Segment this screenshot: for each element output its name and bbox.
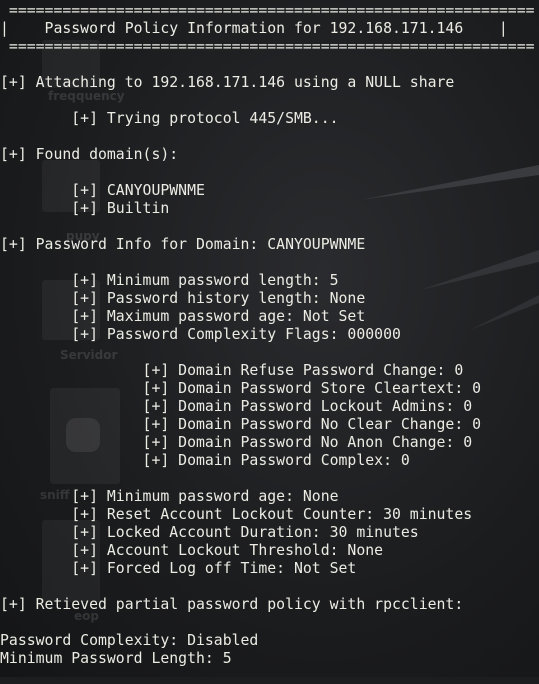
terminal-line: [+] Forced Log off Time: Not Set (0, 560, 357, 577)
terminal-line: [+] Domain Password Lockout Admins: 0 (0, 398, 473, 415)
terminal-line: [+] Domain Refuse Password Change: 0 (0, 362, 464, 379)
terminal-line: [+] Domain Password Store Cleartext: 0 (0, 380, 482, 397)
terminal-line: [+] Found domain(s): (0, 146, 179, 163)
terminal-line: [+] Retieved partial password policy wit… (0, 596, 464, 613)
terminal-line: [+] Password Complexity Flags: 000000 (0, 326, 401, 343)
terminal-line: ========================================… (0, 2, 539, 19)
terminal-line: [+] CANYOUPWNME (0, 182, 205, 199)
terminal-line: [+] Trying protocol 445/SMB... (0, 110, 339, 127)
terminal-line: [+] Reset Account Lockout Counter: 30 mi… (0, 506, 473, 523)
terminal-line: Password Complexity: Disabled (0, 632, 259, 649)
terminal-line: [+] Domain Password No Clear Change: 0 (0, 416, 482, 433)
terminal-line: [+] Domain Password No Anon Change: 0 (0, 434, 473, 451)
terminal-line: [+] Minimum password length: 5 (0, 272, 339, 289)
terminal-line: [+] Domain Password Complex: 0 (0, 452, 410, 469)
terminal-line: [+] Password Info for Domain: CANYOUPWNM… (0, 236, 366, 253)
terminal-line: | Password Policy Information for 192.16… (0, 20, 508, 37)
terminal-line: [+] Builtin (0, 200, 170, 217)
terminal-line: [+] Attaching to 192.168.171.146 using a… (0, 74, 455, 91)
terminal-output[interactable]: ========================================… (0, 0, 539, 677)
terminal-line: Minimum Password Length: 5 (0, 650, 232, 667)
terminal-line: ========================================… (0, 38, 539, 55)
terminal-line: [+] Maximum password age: Not Set (0, 308, 366, 325)
terminal-line: [+] Account Lockout Threshold: None (0, 542, 384, 559)
terminal-line: [+] Locked Account Duration: 30 minutes (0, 524, 419, 541)
terminal-line: [+] Minimum password age: None (0, 488, 339, 505)
terminal-line: [+] Password history length: None (0, 290, 366, 307)
